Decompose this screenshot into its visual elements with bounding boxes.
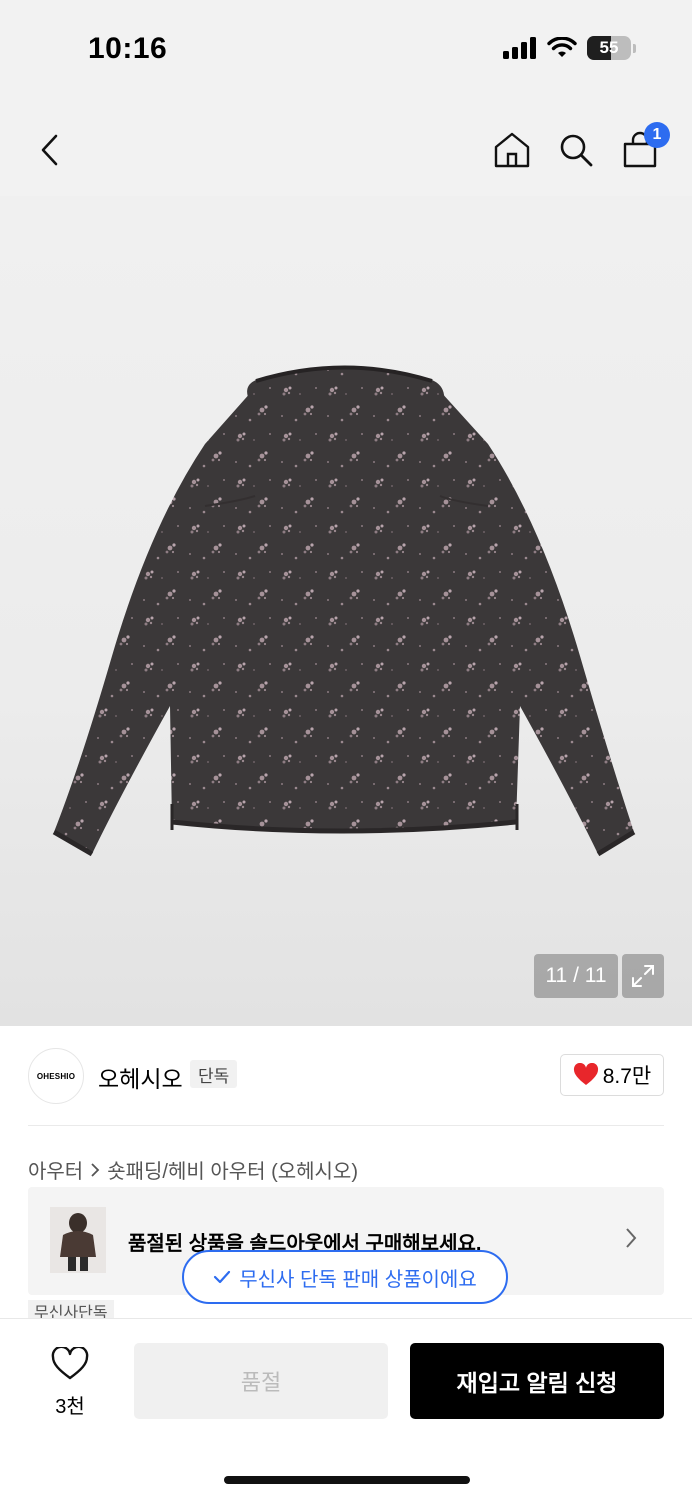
cart-badge: 1 xyxy=(644,122,670,148)
tooltip-text: 무신사 단독 판매 상품이에요 xyxy=(239,1268,477,1291)
wifi-icon xyxy=(547,37,577,57)
chevron-right-icon xyxy=(91,1162,100,1177)
back-button[interactable] xyxy=(30,128,70,172)
soldout-thumbnail xyxy=(50,1207,106,1273)
restock-alert-button[interactable]: 재입고 알림 신청 xyxy=(410,1343,664,1419)
brand-row: OHESHIO 오헤시오 단독 8.7만 xyxy=(0,1046,692,1106)
wishlist-button[interactable]: 3천 xyxy=(42,1345,98,1419)
battery-level: 55 xyxy=(599,38,619,57)
brand-logo[interactable]: OHESHIO xyxy=(28,1048,84,1104)
wishlist-count: 3천 xyxy=(55,1396,85,1418)
brand-name[interactable]: 오헤시오 xyxy=(98,1060,183,1094)
heart-outline-icon xyxy=(51,1345,89,1380)
check-icon xyxy=(214,1270,231,1284)
search-icon xyxy=(560,134,593,167)
home-icon xyxy=(494,132,530,168)
status-bar: 10:16 55 xyxy=(0,0,692,100)
home-indicator xyxy=(224,1476,470,1484)
divider xyxy=(28,1125,664,1126)
image-counter: 11 / 11 xyxy=(534,954,618,998)
expand-image-button[interactable] xyxy=(622,954,664,998)
breadcrumb-category[interactable]: 아우터 xyxy=(28,1155,83,1184)
bottom-action-bar: 3천 품절 재입고 알림 신청 xyxy=(0,1318,692,1501)
product-image-gallery[interactable] xyxy=(0,196,692,1026)
cellular-signal-icon xyxy=(503,37,536,59)
exclusive-tooltip: 무신사 단독 판매 상품이에요 xyxy=(182,1250,508,1304)
top-nav: 1 xyxy=(0,100,692,196)
cart-button[interactable]: 1 xyxy=(620,122,670,172)
chevron-left-icon xyxy=(41,134,58,166)
brand-like-count: 8.7만 xyxy=(602,1065,652,1088)
breadcrumb: 아우터 숏패딩/헤비 아우터 (오헤시오) xyxy=(28,1155,358,1184)
soldout-button: 품절 xyxy=(134,1343,388,1419)
product-image xyxy=(52,365,636,857)
exclusive-tag: 단독 xyxy=(190,1060,238,1088)
expand-icon xyxy=(632,965,654,987)
status-time: 10:16 xyxy=(88,32,168,65)
status-icons: 55 xyxy=(503,36,636,60)
breadcrumb-subcategory[interactable]: 숏패딩/헤비 아우터 (오헤시오) xyxy=(107,1155,358,1184)
heart-filled-icon xyxy=(573,1063,598,1085)
battery-icon: 55 xyxy=(587,36,631,60)
home-button[interactable] xyxy=(492,128,532,172)
search-button[interactable] xyxy=(556,128,596,172)
brand-like-button[interactable]: 8.7만 xyxy=(560,1054,664,1096)
chevron-right-icon xyxy=(624,1227,638,1254)
